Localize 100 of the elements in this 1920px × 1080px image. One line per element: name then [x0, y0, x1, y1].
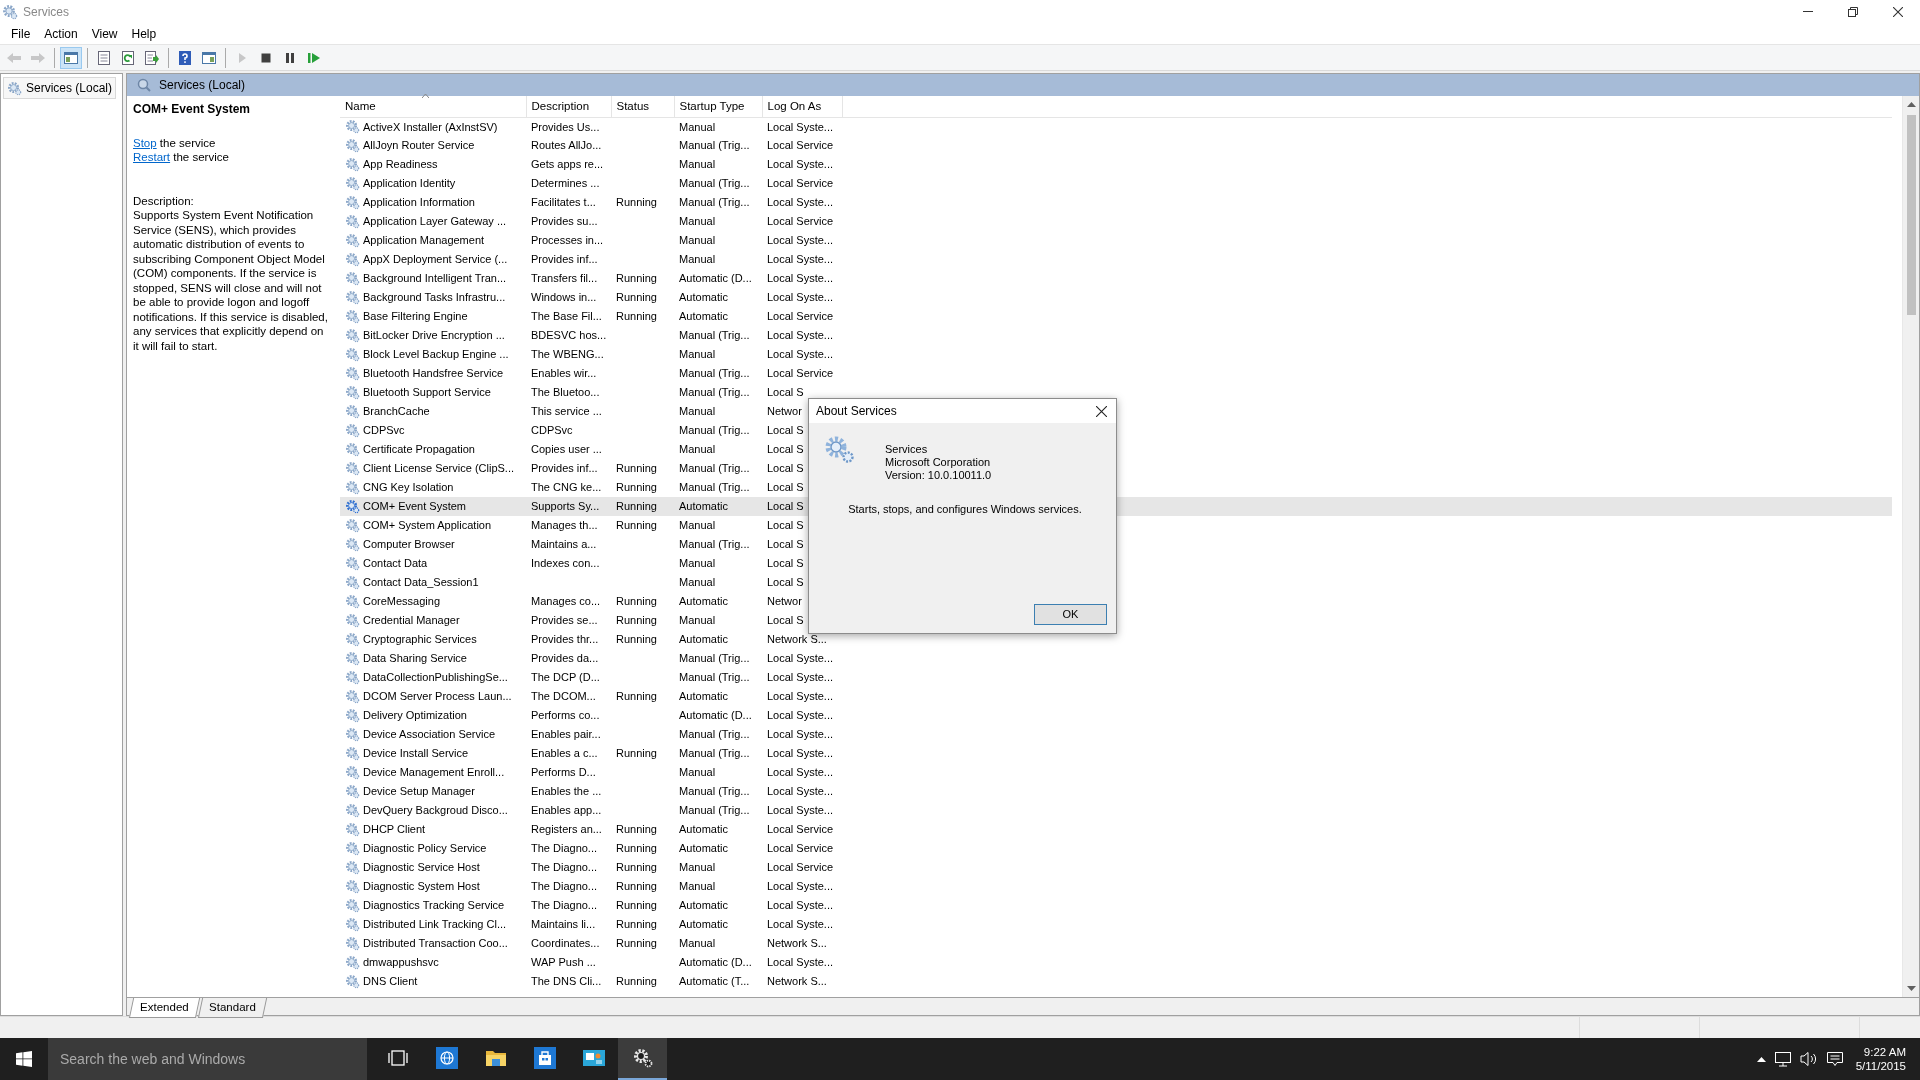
- service-description: CDPSvc: [531, 424, 573, 437]
- log-on-account: Local Syste...: [767, 196, 834, 209]
- menu-item[interactable]: Help: [124, 22, 164, 45]
- caret-icon[interactable]: [1756, 1056, 1766, 1062]
- service-description: Coordinates...: [531, 937, 600, 950]
- minimize-icon: [1802, 11, 1813, 12]
- tree-item[interactable]: Services (Local): [3, 77, 117, 99]
- service-status: Running: [616, 975, 657, 988]
- service-status: Running: [616, 899, 657, 912]
- service-status: Running: [616, 595, 657, 608]
- app-icon: [2, 3, 18, 20]
- service-description: The DCOM...: [531, 690, 596, 703]
- shopping-bag-icon: [533, 1047, 556, 1069]
- log-on-account: Local Service: [767, 367, 834, 380]
- service-name: Diagnostic System Host: [363, 879, 480, 895]
- view-tab[interactable]: Standard: [197, 998, 267, 1019]
- service-status: Running: [616, 481, 657, 494]
- service-status: Running: [616, 310, 657, 323]
- startup-type: Automatic: [679, 500, 728, 513]
- log-on-account: Local S: [767, 424, 804, 437]
- refresh-icon: [120, 49, 136, 66]
- service-name: Bluetooth Support Service: [363, 385, 491, 401]
- service-description: Windows in...: [531, 291, 597, 304]
- column-header[interactable]: Log On As: [762, 96, 842, 117]
- ok-button[interactable]: OK: [1034, 604, 1107, 625]
- action-link[interactable]: Restart: [133, 151, 171, 163]
- log-on-account: Local S: [767, 462, 804, 475]
- service-description: Manages th...: [531, 519, 598, 532]
- company-name: Microsoft Corporation: [885, 456, 992, 469]
- log-on-account: Local Syste...: [767, 880, 834, 893]
- service-description: Provides su...: [531, 215, 598, 228]
- service-status: Running: [616, 633, 657, 646]
- scroll-thumb[interactable]: [1906, 115, 1916, 315]
- log-on-account: Local Service: [767, 310, 834, 323]
- service-description: The WBENG...: [531, 348, 604, 361]
- service-status: Running: [616, 272, 657, 285]
- service-description: Maintains li...: [531, 918, 596, 931]
- service-status: Running: [616, 196, 657, 209]
- description-text: Supports System Event Notification Service (SENS), which provides automatic distribution of events to subscribing Component Object Model (COM) components. If the service is stopped, SENS will close and will not be able to provide logon and logoff notifications. If this service is disabled, any services that explicitly depend on it will fail to start.: [133, 208, 329, 353]
- service-status: Running: [616, 823, 657, 836]
- startup-type: Manual: [679, 443, 716, 456]
- log-on-account: Local Syste...: [767, 291, 834, 304]
- scroll-down-icon[interactable]: [1906, 986, 1916, 991]
- scroll-up-icon[interactable]: [1906, 102, 1916, 107]
- log-on-account: Local Syste...: [767, 234, 834, 247]
- view-tab[interactable]: Extended: [128, 998, 200, 1019]
- service-name: Diagnostic Service Host: [363, 860, 480, 876]
- service-description: Performs co...: [531, 709, 600, 722]
- column-header[interactable]: Status: [611, 96, 674, 117]
- log-on-account: Local Syste...: [767, 690, 834, 703]
- console-tree-button[interactable]: [60, 46, 82, 69]
- gears-icon: [823, 435, 857, 465]
- gears-icon: [631, 1047, 654, 1069]
- startup-type: Manual: [679, 158, 716, 171]
- volume-icon[interactable]: [1799, 1051, 1818, 1067]
- version-text: Version: 10.0.10011.0: [885, 469, 992, 482]
- service-status: Running: [616, 614, 657, 627]
- menu-item[interactable]: View: [84, 22, 125, 45]
- menu-item[interactable]: Action: [37, 22, 85, 45]
- service-status: Running: [616, 291, 657, 304]
- service-description: Enables a c...: [531, 747, 598, 760]
- taskbar-app[interactable]: [618, 1038, 667, 1080]
- log-on-account: Local S: [767, 500, 804, 513]
- log-on-account: Local Syste...: [767, 272, 834, 285]
- startup-type: Manual (Trig...: [679, 196, 750, 209]
- column-header[interactable]: Name: [340, 96, 526, 117]
- log-on-account: Local S: [767, 557, 804, 570]
- action-link[interactable]: Stop: [133, 136, 157, 149]
- log-on-account: Local S: [767, 443, 804, 456]
- summary-text: Starts, stops, and configures Windows services.: [847, 502, 1083, 517]
- column-header[interactable]: Description: [526, 96, 611, 117]
- service-name: dmwappushsvc: [363, 955, 439, 971]
- menu-item[interactable]: File: [4, 22, 38, 45]
- column-header[interactable]: Startup Type: [674, 96, 762, 117]
- service-description: Performs D...: [531, 766, 596, 779]
- log-on-account: Local S: [767, 538, 804, 551]
- service-status: Running: [616, 880, 657, 893]
- startup-type: Automatic: [679, 899, 728, 912]
- search-field[interactable]: Search the web and Windows: [48, 1038, 367, 1080]
- startup-type: Manual: [679, 614, 716, 627]
- startup-type: Manual: [679, 215, 716, 228]
- startup-type: Manual: [679, 880, 716, 893]
- service-name: DCOM Server Process Laun...: [363, 689, 512, 705]
- network-icon[interactable]: [1773, 1051, 1792, 1067]
- service-name: Background Tasks Infrastru...: [363, 290, 506, 306]
- notification-icon[interactable]: [1825, 1051, 1844, 1067]
- clock[interactable]: 9:22 AM 5/11/2015: [1851, 1045, 1910, 1073]
- service-description: Provides Us...: [531, 120, 600, 133]
- window-title: Services: [23, 3, 69, 21]
- service-status: Running: [616, 519, 657, 532]
- service-name: DHCP Client: [363, 822, 426, 838]
- startup-type: Automatic: [679, 633, 728, 646]
- service-name: Application Information: [363, 195, 475, 211]
- service-name: Device Setup Manager: [363, 784, 475, 800]
- log-on-account: Local S: [767, 576, 804, 589]
- startup-type: Manual (Trig...: [679, 538, 750, 551]
- service-description: Enables the ...: [531, 785, 602, 798]
- startup-type: Manual (Trig...: [679, 139, 750, 152]
- service-description: The Bluetoo...: [531, 386, 600, 399]
- scrollbar[interactable]: [1902, 96, 1919, 997]
